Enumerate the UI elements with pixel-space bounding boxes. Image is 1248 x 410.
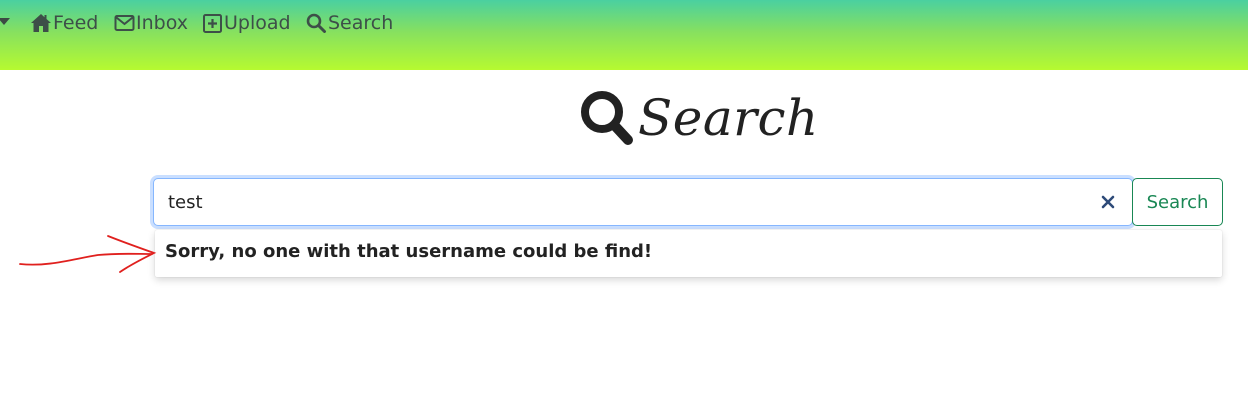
search-icon (306, 13, 326, 33)
page-title: Search (578, 86, 819, 150)
page-title-text: Search (638, 89, 819, 147)
search-field[interactable] (153, 178, 1133, 226)
nav-item-inbox[interactable]: Inbox (114, 10, 188, 36)
search-results-dropdown: Sorry, no one with that username could b… (155, 230, 1222, 277)
nav-item-label: Search (328, 12, 394, 34)
nav-item-label: Inbox (136, 12, 188, 34)
plus-square-icon (203, 13, 222, 33)
close-icon[interactable] (1100, 194, 1116, 210)
home-icon (31, 14, 51, 32)
nav-item-feed[interactable]: Feed (30, 10, 98, 36)
search-input[interactable] (168, 179, 1068, 225)
no-results-message: Sorry, no one with that username could b… (165, 241, 653, 262)
search-button[interactable]: Search (1132, 178, 1223, 226)
search-icon (581, 91, 633, 145)
envelope-icon (114, 15, 135, 31)
caret-down-icon[interactable] (0, 18, 10, 25)
nav-item-search[interactable]: Search (306, 10, 393, 36)
top-navbar: Feed Inbox Upload Search (0, 0, 1248, 70)
red-arrow-annotation (19, 235, 157, 273)
nav-item-label: Upload (224, 12, 291, 34)
nav-item-label: Feed (53, 12, 99, 34)
nav-item-upload[interactable]: Upload (203, 10, 291, 36)
